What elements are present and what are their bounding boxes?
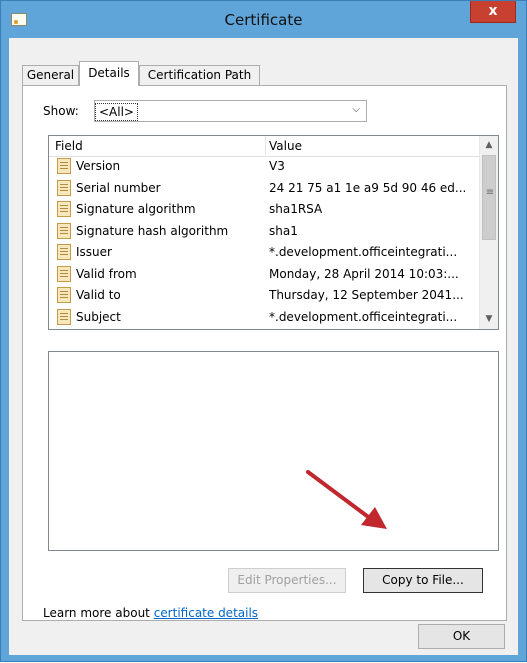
row-field: Version xyxy=(76,159,121,173)
list-row[interactable]: Version V3 xyxy=(49,156,479,178)
details-tab-panel: Show: <All> ⌵ Field Value Version V3 Ser… xyxy=(22,85,507,621)
certificate-dialog: Certificate x General Details Certificat… xyxy=(0,0,527,662)
list-row[interactable]: Issuer *.development.officeintegrati... xyxy=(49,242,479,264)
row-field: Signature hash algorithm xyxy=(76,223,229,238)
list-rows: Version V3 Serial number 24 21 75 a1 1e … xyxy=(49,156,479,328)
list-row[interactable]: Serial number 24 21 75 a1 1e a9 5d 90 46… xyxy=(49,178,479,200)
row-value: *.development.officeintegrati... xyxy=(269,245,458,259)
row-field: Valid from xyxy=(76,266,137,281)
show-dropdown-value: <All> xyxy=(95,103,138,121)
row-value: 24 21 75 a1 1e a9 5d 90 46 ed... xyxy=(269,180,467,195)
row-field: Serial number xyxy=(76,180,161,195)
certificate-field-icon xyxy=(57,179,71,196)
title-bar[interactable]: Certificate x xyxy=(1,1,526,39)
row-value: Thursday, 12 September 2041... xyxy=(269,288,464,302)
tab-general[interactable]: General xyxy=(22,65,79,85)
edit-properties-button[interactable]: Edit Properties... xyxy=(228,568,346,593)
show-label: Show: xyxy=(43,104,79,118)
close-button[interactable]: x xyxy=(470,1,516,23)
column-header-field[interactable]: Field xyxy=(55,139,83,153)
row-field: Signature algorithm xyxy=(76,202,196,216)
column-divider[interactable] xyxy=(265,136,266,155)
row-value: sha1RSA xyxy=(269,202,323,216)
dialog-client-area: General Details Certification Path Show:… xyxy=(9,38,518,655)
column-header-value[interactable]: Value xyxy=(269,139,302,153)
grip-icon: ≡ xyxy=(485,187,495,198)
ok-button[interactable]: OK xyxy=(418,624,505,649)
tab-details[interactable]: Details xyxy=(79,61,139,86)
list-row[interactable]: Valid to Thursday, 12 September 2041... xyxy=(49,285,479,307)
row-field: Valid to xyxy=(76,288,121,302)
row-field: Subject xyxy=(76,309,121,324)
scroll-up-arrow-icon[interactable]: ▲ xyxy=(480,137,498,154)
list-scrollbar[interactable]: ▲ ≡ ▼ xyxy=(479,136,498,329)
scroll-down-arrow-icon[interactable]: ▼ xyxy=(480,311,498,328)
fields-list[interactable]: Field Value Version V3 Serial number 24 … xyxy=(48,135,499,330)
certificate-field-icon xyxy=(57,158,71,174)
certificate-field-icon xyxy=(57,308,71,325)
list-row[interactable]: Signature hash algorithm sha1 xyxy=(49,221,479,243)
row-value: *.development.officeintegrati... xyxy=(269,309,458,324)
window-title: Certificate xyxy=(224,11,303,29)
certificate-field-icon xyxy=(57,287,71,303)
certificate-field-icon xyxy=(57,222,71,239)
certificate-field-icon xyxy=(57,201,71,217)
list-row[interactable]: Signature algorithm sha1RSA xyxy=(49,199,479,221)
row-value: Monday, 28 April 2014 10:03:... xyxy=(269,266,459,281)
chevron-down-icon: ⌵ xyxy=(352,104,360,115)
list-row[interactable]: Valid from Monday, 28 April 2014 10:03:.… xyxy=(49,264,479,286)
certificate-details-link[interactable]: certificate details xyxy=(154,606,258,620)
list-row[interactable]: Subject *.development.officeintegrati... xyxy=(49,307,479,329)
tab-certification-path[interactable]: Certification Path xyxy=(139,65,260,85)
certificate-field-icon xyxy=(57,244,71,260)
learn-more-text: Learn more about certificate details xyxy=(43,606,258,620)
field-details-textbox[interactable] xyxy=(48,351,499,551)
copy-to-file-button[interactable]: Copy to File... xyxy=(363,568,483,593)
list-header: Field Value xyxy=(49,136,479,157)
certificate-field-icon xyxy=(57,265,71,282)
row-field: Issuer xyxy=(76,245,112,259)
show-dropdown[interactable]: <All> ⌵ xyxy=(94,100,367,122)
row-value: sha1 xyxy=(269,223,298,238)
scroll-thumb[interactable]: ≡ xyxy=(482,155,496,240)
learn-more-prefix: Learn more about xyxy=(43,606,154,620)
row-value: V3 xyxy=(269,159,285,173)
